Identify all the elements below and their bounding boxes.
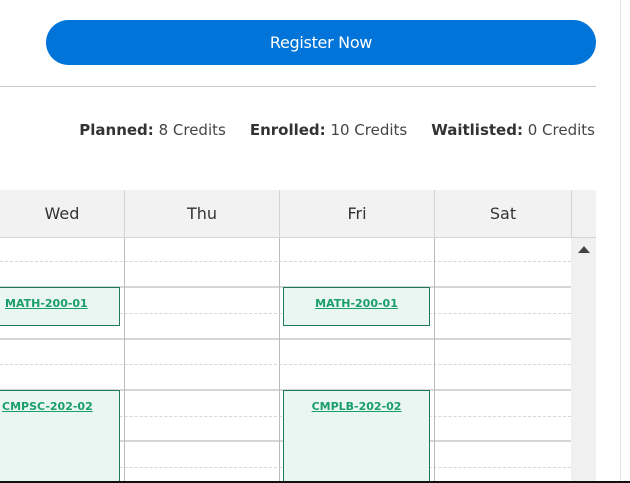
scroll-up-arrow-icon[interactable]	[578, 246, 590, 253]
divider	[0, 86, 596, 87]
day-header-fri: Fri	[280, 190, 435, 237]
course-link[interactable]: CMPSC-202-02	[2, 400, 93, 413]
enrolled-credits: Enrolled: 10 Credits	[249, 121, 408, 139]
register-now-button[interactable]: Register Now	[46, 20, 596, 65]
credits-summary: Planned: 8 Credits Enrolled: 10 Credits …	[79, 121, 595, 139]
waitlisted-credits: Waitlisted: 0 Credits	[431, 121, 595, 139]
day-header-thu: Thu	[125, 190, 280, 237]
event-block[interactable]: CMPLB-202-02	[283, 390, 430, 481]
panel-border	[620, 0, 621, 483]
event-block[interactable]: MATH-200-01	[0, 287, 120, 326]
event-block[interactable]: CMPSC-202-02	[0, 390, 120, 481]
scrollbar[interactable]	[571, 238, 596, 481]
course-link[interactable]: CMPLB-202-02	[312, 400, 402, 413]
course-link[interactable]: MATH-200-01	[315, 297, 398, 310]
calendar-grid: MATH-200-01 MATH-200-01 CMPSC-202-02 CMP…	[0, 238, 571, 481]
course-link[interactable]: MATH-200-01	[5, 297, 88, 310]
calendar-header: Wed Thu Fri Sat	[0, 190, 596, 238]
planned-credits: Planned: 8 Credits	[79, 121, 226, 139]
day-header-wed: Wed	[0, 190, 125, 237]
day-header-sat: Sat	[435, 190, 572, 237]
event-block[interactable]: MATH-200-01	[283, 287, 430, 326]
